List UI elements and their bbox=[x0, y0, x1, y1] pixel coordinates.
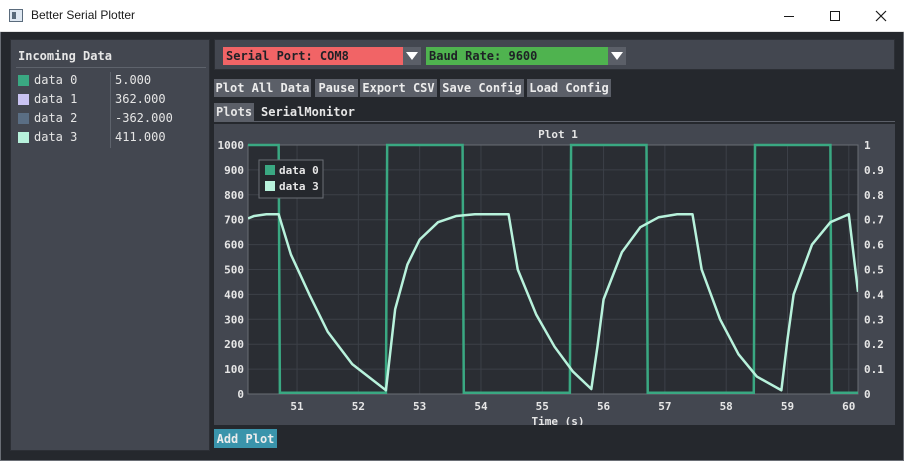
chevron-down-icon[interactable] bbox=[403, 47, 421, 65]
y2-tick-label: 0.1 bbox=[864, 363, 884, 376]
connection-bar: Serial Port: COM8 Baud Rate: 9600 bbox=[214, 39, 895, 70]
y2-tick-label: 0.9 bbox=[864, 164, 884, 177]
legend-swatch bbox=[265, 165, 275, 175]
data-value: 362.000 bbox=[115, 92, 166, 106]
app-body: Incoming Data data 0 5.000 data 1 362.00… bbox=[0, 32, 904, 461]
y2-tick-label: 0.4 bbox=[864, 288, 884, 301]
window-titlebar[interactable]: Better Serial Plotter bbox=[0, 0, 904, 32]
data-value: 5.000 bbox=[115, 73, 152, 87]
chevron-down-icon[interactable] bbox=[608, 47, 626, 65]
line-chart[interactable]: 0 100 200 300 400 500 600 700 800 900 1000 0 0.1 0.2 0… bbox=[214, 124, 895, 425]
x-tick-label: 55 bbox=[536, 400, 549, 413]
window-app-icon bbox=[9, 9, 23, 22]
color-swatch[interactable] bbox=[18, 94, 29, 105]
y-tick-label: 900 bbox=[224, 164, 244, 177]
legend-label: data 0 bbox=[279, 164, 319, 177]
incoming-data-panel: Incoming Data data 0 5.000 data 1 362.00… bbox=[10, 39, 210, 451]
x-tick-label: 52 bbox=[352, 400, 365, 413]
data-name: data 3 bbox=[34, 130, 78, 144]
load-config-button[interactable]: Load Config bbox=[527, 79, 611, 97]
x-axis-label: Time (s) bbox=[532, 415, 585, 425]
y2-tick-label: 0 bbox=[864, 388, 871, 401]
data-value: -362.000 bbox=[115, 111, 173, 125]
chart-title: Plot 1 bbox=[538, 128, 578, 141]
x-tick-label: 54 bbox=[474, 400, 488, 413]
y-tick-label: 700 bbox=[224, 214, 244, 227]
legend-label: data 3 bbox=[279, 180, 319, 193]
y-tick-label: 500 bbox=[224, 264, 244, 277]
save-config-button[interactable]: Save Config bbox=[440, 79, 524, 97]
y2-tick-label: 0.8 bbox=[864, 189, 884, 202]
x-tick-label: 58 bbox=[720, 400, 733, 413]
y-tick-label: 400 bbox=[224, 288, 244, 301]
data-row[interactable]: data 2 -362.000 bbox=[18, 111, 208, 130]
tab-plots[interactable]: Plots bbox=[214, 103, 254, 121]
plot-panel[interactable]: 0 100 200 300 400 500 600 700 800 900 1000 0 0.1 0.2 0… bbox=[214, 124, 895, 425]
incoming-data-title: Incoming Data bbox=[18, 49, 112, 63]
color-swatch[interactable] bbox=[18, 132, 29, 143]
y2-tick-label: 0.7 bbox=[864, 214, 884, 227]
add-plot-button[interactable]: Add Plot bbox=[214, 429, 277, 448]
y2-tick-label: 0.3 bbox=[864, 313, 884, 326]
legend-swatch bbox=[265, 181, 275, 191]
x-tick-label: 56 bbox=[597, 400, 611, 413]
color-swatch[interactable] bbox=[18, 75, 29, 86]
y2-tick-label: 0.2 bbox=[864, 338, 884, 351]
main-panel: Serial Port: COM8 Baud Rate: 9600 Plot A… bbox=[214, 39, 895, 451]
data-row[interactable]: data 3 411.000 bbox=[18, 130, 208, 149]
tab-underline bbox=[214, 121, 895, 122]
x-tick-label: 53 bbox=[413, 400, 426, 413]
y-tick-label: 800 bbox=[224, 189, 244, 202]
y-tick-label: 600 bbox=[224, 239, 244, 252]
pause-button[interactable]: Pause bbox=[315, 79, 358, 97]
x-tick-label: 60 bbox=[842, 400, 855, 413]
x-tick-label: 59 bbox=[781, 400, 794, 413]
maximize-icon[interactable] bbox=[812, 0, 858, 32]
y2-tick-label: 1 bbox=[864, 139, 871, 152]
serial-port-select[interactable]: Serial Port: COM8 bbox=[223, 47, 403, 65]
y-tick-label: 300 bbox=[224, 313, 244, 326]
data-row[interactable]: data 1 362.000 bbox=[18, 92, 208, 111]
x-tick-label: 51 bbox=[290, 400, 304, 413]
data-value: 411.000 bbox=[115, 130, 166, 144]
y-tick-label: 100 bbox=[224, 363, 244, 376]
y2-tick-label: 0.6 bbox=[864, 239, 884, 252]
x-tick-label: 57 bbox=[658, 400, 671, 413]
tab-serial-monitor[interactable]: SerialMonitor bbox=[258, 103, 358, 121]
baud-rate-select[interactable]: Baud Rate: 9600 bbox=[426, 47, 608, 65]
data-name: data 1 bbox=[34, 92, 78, 106]
color-swatch[interactable] bbox=[18, 113, 29, 124]
panel-divider bbox=[16, 67, 206, 68]
y-tick-label: 200 bbox=[224, 338, 244, 351]
export-csv-button[interactable]: Export CSV bbox=[360, 79, 437, 97]
y2-tick-label: 0.5 bbox=[864, 264, 884, 277]
close-icon[interactable] bbox=[858, 0, 904, 32]
data-name: data 2 bbox=[34, 111, 78, 125]
minimize-icon[interactable] bbox=[766, 0, 812, 32]
window-title: Better Serial Plotter bbox=[31, 8, 136, 22]
plot-all-data-button[interactable]: Plot All Data bbox=[214, 79, 311, 97]
data-row[interactable]: data 0 5.000 bbox=[18, 73, 208, 92]
data-name: data 0 bbox=[34, 73, 78, 87]
y-tick-label: 0 bbox=[237, 388, 244, 401]
y-tick-label: 1000 bbox=[218, 139, 245, 152]
